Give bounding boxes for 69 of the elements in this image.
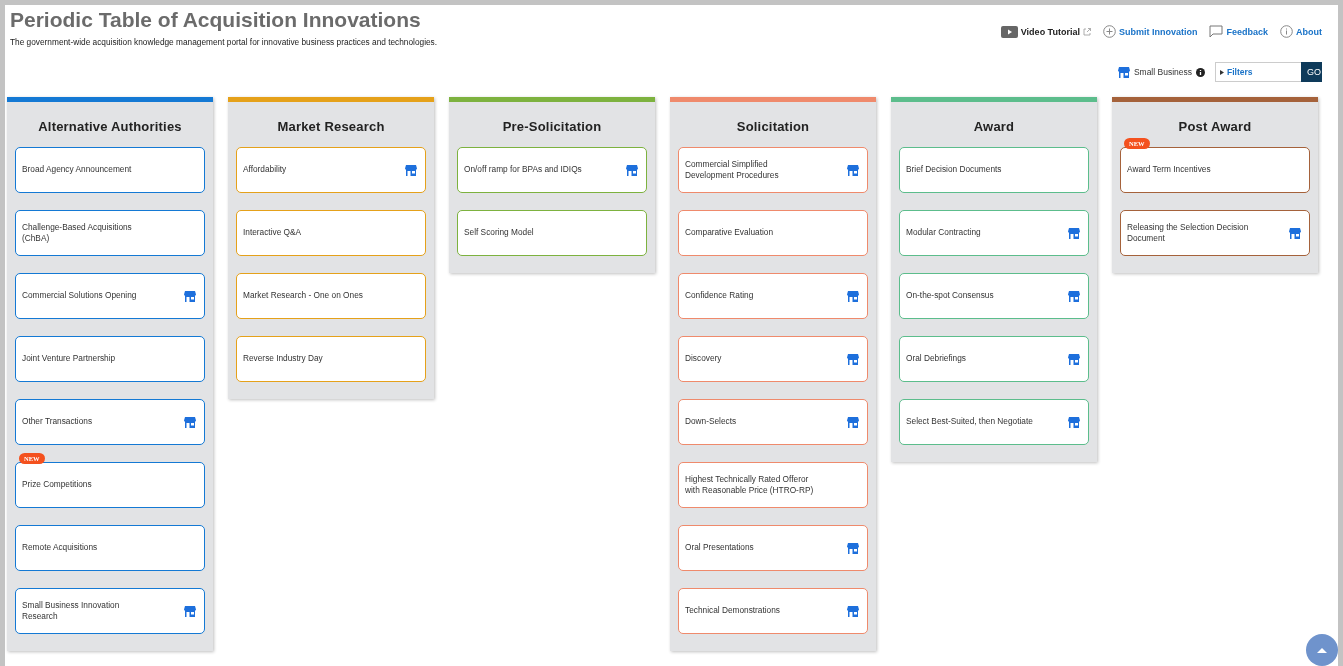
innovation-card[interactable]: Technical Demonstrations (678, 588, 868, 634)
small-business-icon (847, 542, 859, 554)
small-business-icon (847, 416, 859, 428)
info-icon (1280, 25, 1293, 38)
innovation-card[interactable]: Affordability (236, 147, 426, 193)
innovation-card[interactable]: Broad Agency Announcement (15, 147, 205, 193)
innovation-card[interactable]: On-the-spot Consensus (899, 273, 1089, 319)
innovation-card[interactable]: Reverse Industry Day (236, 336, 426, 382)
small-business-icon (184, 416, 196, 428)
innovation-card[interactable]: Down-Selects (678, 399, 868, 445)
small-business-icon (847, 290, 859, 302)
innovation-card[interactable]: Self Scoring Model (457, 210, 647, 256)
page-title: Periodic Table of Acquisition Innovations (10, 8, 422, 32)
innovation-card[interactable]: Discovery (678, 336, 868, 382)
column-title: Pre-Solicitation (501, 119, 603, 134)
innovation-card[interactable]: Modular Contracting (899, 210, 1089, 256)
small-business-icon (847, 164, 859, 176)
small-business-label: Small Business (1133, 67, 1192, 77)
innovation-card[interactable]: Confidence Rating (678, 273, 868, 319)
small-business-icon (1068, 227, 1080, 239)
innovation-card[interactable]: Oral Debriefings (899, 336, 1089, 382)
innovation-card[interactable]: Small Business Innovation Research (15, 588, 205, 634)
header-link[interactable]: About (1280, 25, 1322, 38)
small-business-icon (405, 164, 417, 176)
innovation-card[interactable]: Oral Presentations (678, 525, 868, 571)
column-title: Alternative Authorities (37, 119, 183, 134)
innovation-card[interactable]: Remote Acquisitions (15, 525, 205, 571)
innovation-card[interactable]: Interactive Q&A (236, 210, 426, 256)
small-business-icon (847, 353, 859, 365)
small-business-icon (1289, 227, 1301, 239)
innovation-card[interactable]: Other Transactions (15, 399, 205, 445)
innovation-card[interactable]: Market Research - One on Ones (236, 273, 426, 319)
header-link[interactable]: Submit Innovation (1102, 25, 1198, 38)
innovation-card[interactable]: Releasing the Selection Decision Document (1120, 210, 1310, 256)
page-subtitle: The government-wide acquisition knowledge management portal for innovative business practices and technologies. (10, 37, 438, 47)
small-business-icon (626, 164, 638, 176)
column-title: Market Research (276, 119, 386, 134)
go-button[interactable]: GO (1301, 62, 1322, 82)
innovation-card[interactable]: Joint Venture Partnership (15, 336, 205, 382)
caret-icon (1220, 69, 1224, 75)
small-business-icon (847, 605, 859, 617)
small-business-icon (1117, 66, 1130, 78)
small-business-icon (1068, 353, 1080, 365)
column-title: Post Award (1177, 119, 1253, 134)
speech-bubble-icon (1209, 25, 1224, 38)
innovation-card[interactable]: Award Term Incentives (1120, 147, 1310, 193)
innovation-card[interactable]: Brief Decision Documents (899, 147, 1089, 193)
innovation-card[interactable]: Commercial Solutions Opening (15, 273, 205, 319)
innovation-card[interactable]: Highest Technically Rated Offeror with Reasonable Price (HTRO-RP) (678, 462, 868, 508)
caret-up-icon (1317, 648, 1327, 653)
scroll-to-top-button[interactable] (1306, 634, 1338, 666)
small-business-icon (1068, 290, 1080, 302)
header-link[interactable]: Video Tutorial (1000, 25, 1091, 38)
plus-circle-icon (1102, 25, 1116, 38)
column-title: Solicitation (735, 119, 811, 134)
column-title: Award (972, 119, 1016, 134)
innovation-card[interactable]: Commercial Simplified Development Procedures (678, 147, 868, 193)
external-link-icon (1082, 27, 1091, 36)
innovation-card[interactable]: Prize Competitions (15, 462, 205, 508)
small-business-icon (184, 290, 196, 302)
info-icon[interactable] (1196, 67, 1205, 77)
video-icon (1000, 25, 1018, 38)
small-business-icon (184, 605, 196, 617)
innovation-card[interactable]: Challenge-Based Acquisitions (ChBA) (15, 210, 205, 256)
innovation-card[interactable]: On/off ramp for BPAs and IDIQs (457, 147, 647, 193)
innovation-card[interactable]: Select Best-Suited, then Negotiate (899, 399, 1089, 445)
small-business-icon (1068, 416, 1080, 428)
header-link[interactable]: Feedback (1209, 25, 1268, 38)
innovation-card[interactable]: Comparative Evaluation (678, 210, 868, 256)
